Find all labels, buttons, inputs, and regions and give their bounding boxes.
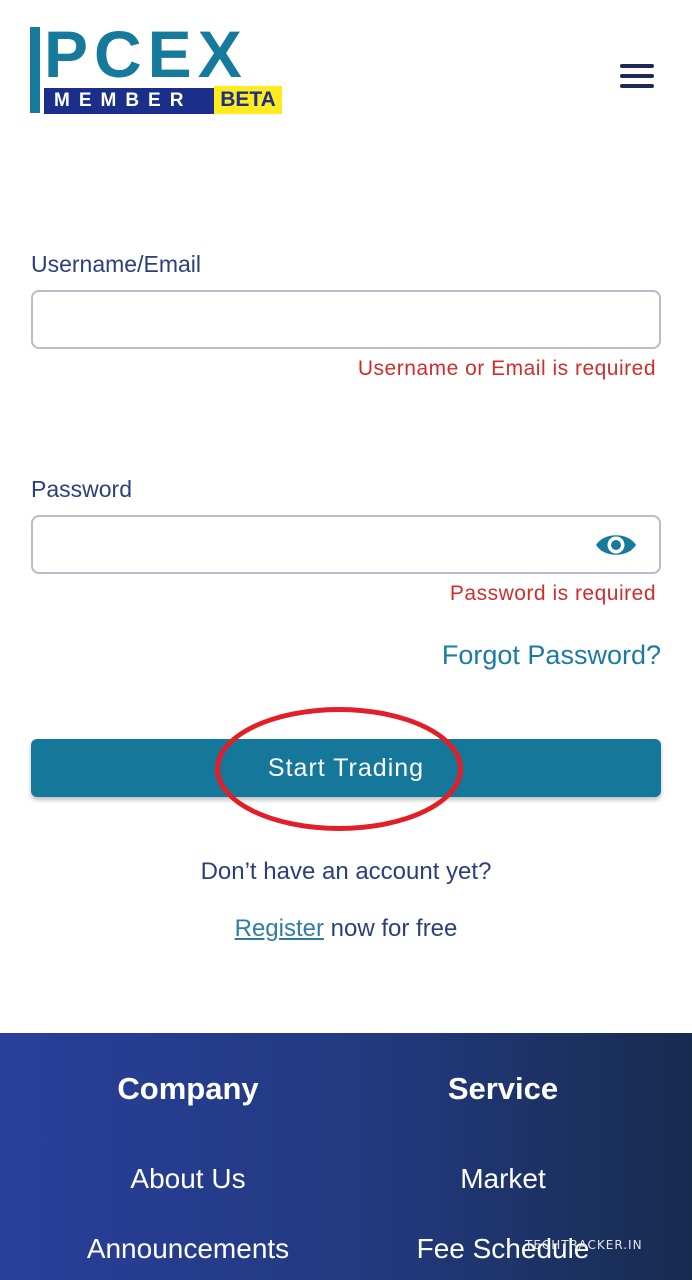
header: PCEX MEMBER BETA — [0, 0, 692, 140]
forgot-password-link[interactable]: Forgot Password? — [442, 640, 661, 671]
start-trading-button[interactable]: Start Trading — [31, 739, 661, 797]
register-line: Register now for free — [0, 915, 692, 943]
logo-main-text: PCEX — [44, 17, 248, 91]
pcex-logo[interactable]: PCEX MEMBER BETA — [30, 19, 282, 115]
password-error: Password is required — [449, 582, 656, 605]
footer-service-title: Service — [447, 1071, 559, 1106]
watermark: TECHTRACKER.IN — [525, 1238, 643, 1252]
username-input[interactable] — [31, 290, 661, 349]
username-error: Username or Email is required — [357, 357, 656, 380]
no-account-text: Don’t have an account yet? — [200, 858, 492, 885]
eye-icon[interactable] — [594, 529, 638, 561]
hamburger-menu-icon[interactable] — [618, 62, 656, 92]
register-link[interactable]: Register — [235, 915, 324, 942]
logo-bar — [30, 27, 40, 113]
password-label: Password — [31, 476, 132, 502]
footer-link-announcements[interactable]: Announcements — [15, 1233, 361, 1265]
footer-company-title: Company — [117, 1071, 259, 1106]
logo-sub-text: MEMBER — [44, 88, 242, 114]
menu-line — [620, 74, 654, 78]
password-input[interactable] — [31, 515, 661, 574]
footer-link-about-us[interactable]: About Us — [15, 1163, 361, 1195]
beta-badge: BETA — [214, 86, 282, 114]
username-label: Username/Email — [31, 251, 201, 277]
menu-line — [620, 64, 654, 68]
register-suffix: now for free — [323, 915, 458, 942]
footer-link-market[interactable]: Market — [330, 1163, 676, 1195]
menu-line — [620, 84, 654, 88]
